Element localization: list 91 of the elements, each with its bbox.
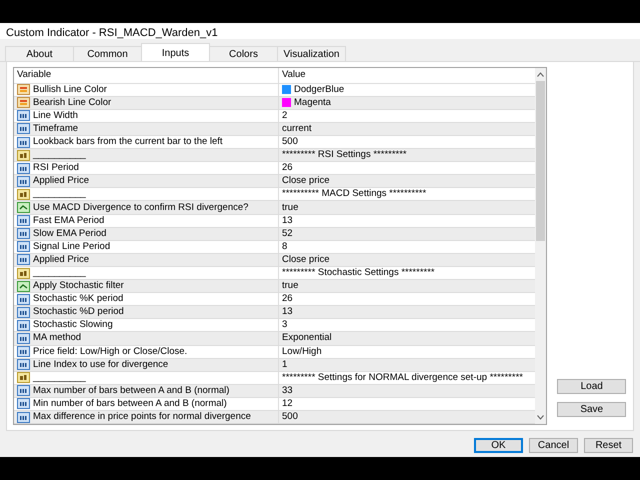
value-cell[interactable]: true bbox=[282, 280, 298, 292]
value-cell[interactable]: 26 bbox=[282, 293, 293, 306]
tab[interactable]: Inputs bbox=[141, 43, 210, 61]
variable-name: Stochastic %D period bbox=[33, 306, 124, 318]
variable-name: Lookback bars from the current bar to the left bbox=[33, 136, 223, 148]
number-icon bbox=[17, 346, 30, 358]
variable-name: Max difference in price points for normal divergence bbox=[33, 411, 251, 424]
value-cell[interactable]: ********** MACD Settings ********** bbox=[282, 188, 426, 200]
variable-name: Price field: Low/High or Close/Close. bbox=[33, 346, 188, 358]
value-cell[interactable]: 13 bbox=[282, 214, 293, 227]
number-icon bbox=[17, 136, 30, 148]
palette-icon bbox=[17, 97, 30, 108]
variable-name: RSI Period bbox=[33, 162, 79, 174]
variable-name: __________ bbox=[33, 267, 86, 279]
variable-name: Use MACD Divergence to confirm RSI divergence? bbox=[33, 202, 248, 214]
scrollbar[interactable] bbox=[535, 68, 546, 424]
value-cell[interactable]: 500 bbox=[282, 136, 298, 148]
variable-name: Stochastic Slowing bbox=[33, 319, 113, 332]
palette-icon bbox=[17, 84, 30, 96]
value-cell[interactable]: Magenta bbox=[294, 96, 331, 109]
value-cell[interactable]: 3 bbox=[282, 319, 288, 332]
variable-name: Slow EMA Period bbox=[33, 228, 106, 240]
variable-name: Applied Price bbox=[33, 254, 89, 266]
number-icon bbox=[17, 123, 30, 134]
value-cell[interactable]: ********* RSI Settings ********* bbox=[282, 149, 407, 162]
number-icon bbox=[17, 176, 30, 187]
value-cell[interactable]: Close price bbox=[282, 175, 330, 188]
column-header[interactable]: Variable bbox=[14, 68, 279, 83]
variable-name: Bearish Line Color bbox=[33, 96, 112, 109]
tab[interactable]: Visualization bbox=[277, 46, 346, 61]
value-cell[interactable]: ********* Stochastic Settings ********* bbox=[282, 267, 435, 279]
variable-name: __________ bbox=[33, 372, 86, 384]
value-cell[interactable]: 2 bbox=[282, 110, 288, 122]
variable-name: __________ bbox=[33, 188, 86, 200]
value-cell[interactable]: Close price bbox=[282, 254, 330, 266]
number-icon bbox=[17, 228, 30, 240]
variable-name: Applied Price bbox=[33, 175, 89, 188]
variable-name: Line Index to use for divergence bbox=[33, 358, 168, 371]
value-cell[interactable]: 1 bbox=[282, 358, 288, 371]
variable-name: Fast EMA Period bbox=[33, 214, 104, 227]
value-cell[interactable]: Low/High bbox=[282, 346, 322, 358]
variable-name: __________ bbox=[33, 149, 86, 162]
value-cell[interactable]: 500 bbox=[282, 411, 298, 424]
dialog-button[interactable]: Cancel bbox=[529, 438, 578, 453]
number-icon bbox=[17, 110, 30, 122]
value-cell[interactable]: ********* Settings for NORMAL divergence set-up ********* bbox=[282, 372, 523, 384]
variable-name: Stochastic %K period bbox=[33, 293, 124, 306]
value-cell[interactable]: 33 bbox=[282, 384, 293, 397]
value-cell[interactable]: 13 bbox=[282, 306, 293, 318]
variable-name: Min number of bars between A and B (normal) bbox=[33, 398, 227, 410]
value-cell[interactable]: 12 bbox=[282, 398, 293, 410]
number-icon bbox=[17, 398, 30, 410]
value-cell[interactable]: 26 bbox=[282, 162, 293, 174]
value-cell[interactable]: 52 bbox=[282, 228, 293, 240]
number-icon bbox=[17, 215, 30, 226]
value-cell[interactable]: 8 bbox=[282, 240, 288, 253]
value-cell[interactable]: current bbox=[282, 122, 312, 135]
number-icon bbox=[17, 359, 30, 370]
text-icon bbox=[17, 372, 30, 384]
number-icon bbox=[17, 332, 30, 344]
scrollbar-thumb[interactable] bbox=[536, 81, 546, 241]
side-button[interactable]: Save bbox=[557, 402, 626, 417]
value-cell[interactable]: DodgerBlue bbox=[294, 84, 344, 96]
tab[interactable]: About bbox=[5, 46, 74, 61]
text-icon bbox=[17, 188, 30, 200]
variable-name: Bullish Line Color bbox=[33, 84, 107, 96]
number-icon bbox=[17, 320, 30, 331]
value-cell[interactable]: true bbox=[282, 202, 298, 214]
column-header[interactable]: Value bbox=[279, 68, 536, 83]
number-icon bbox=[17, 412, 30, 423]
number-icon bbox=[17, 306, 30, 318]
value-cell[interactable]: Exponential bbox=[282, 332, 332, 344]
variable-name: Apply Stochastic filter bbox=[33, 280, 124, 292]
variable-name: MA method bbox=[33, 332, 82, 344]
number-icon bbox=[17, 241, 30, 252]
window-title: Custom Indicator - RSI_MACD_Warden_v1 bbox=[0, 23, 640, 39]
number-icon bbox=[17, 162, 30, 174]
toggle-icon bbox=[17, 280, 30, 292]
number-icon bbox=[17, 385, 30, 396]
text-icon bbox=[17, 268, 30, 278]
number-icon bbox=[17, 294, 30, 305]
variable-name: Timeframe bbox=[33, 122, 78, 135]
variable-name: Signal Line Period bbox=[33, 240, 110, 253]
dialog-button[interactable]: OK bbox=[474, 438, 523, 453]
number-icon bbox=[17, 254, 30, 266]
side-button[interactable]: Load bbox=[557, 379, 626, 394]
toggle-icon bbox=[17, 202, 30, 214]
dialog-button[interactable]: Reset bbox=[584, 438, 633, 453]
variable-name: Line Width bbox=[33, 110, 78, 122]
variable-name: Max number of bars between A and B (normal) bbox=[33, 384, 230, 397]
text-icon bbox=[17, 150, 30, 161]
